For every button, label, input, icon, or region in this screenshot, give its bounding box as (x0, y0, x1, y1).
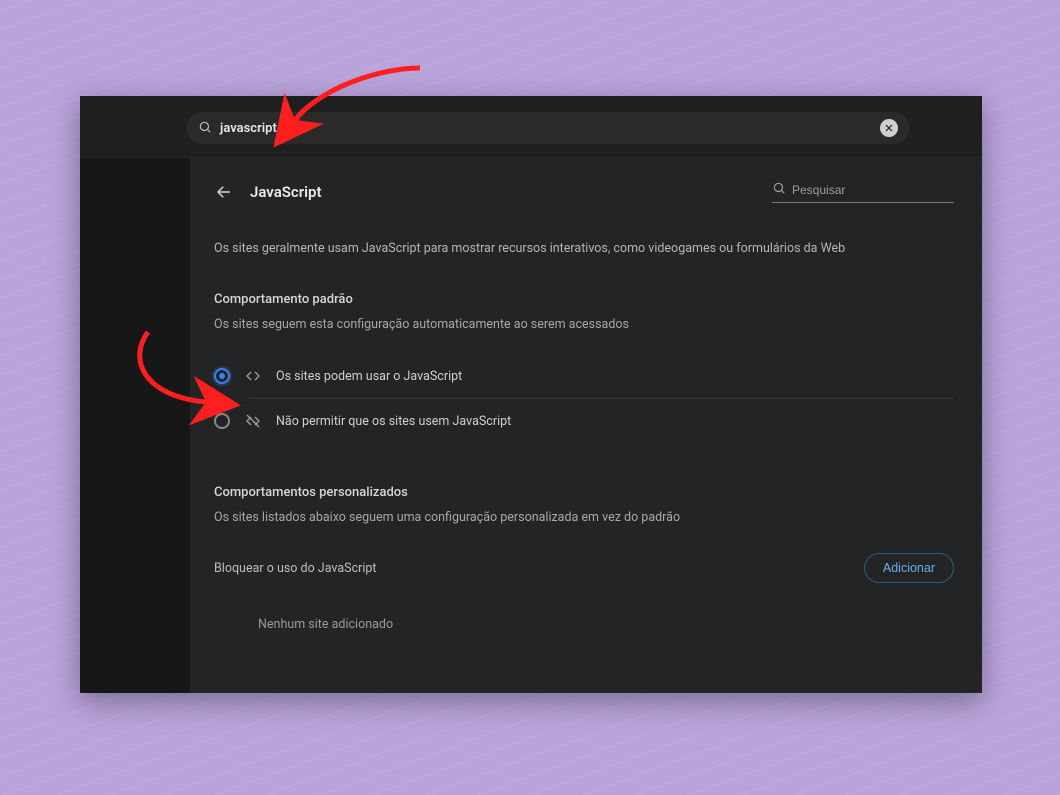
search-icon (772, 180, 786, 199)
code-icon (244, 368, 262, 384)
code-off-icon (244, 413, 262, 429)
custom-behavior-title: Comportamentos personalizados (214, 485, 954, 500)
default-behavior-options: Os sites podem usar o JavaScript Não per… (214, 354, 954, 443)
option-deny-label: Não permitir que os sites usem JavaScrip… (276, 414, 511, 429)
add-site-button[interactable]: Adicionar (864, 553, 954, 583)
settings-window: javascript JavaScript (80, 96, 982, 693)
settings-search-value: javascript (220, 121, 277, 136)
topbar: javascript (80, 96, 982, 158)
clear-search-button[interactable] (880, 119, 898, 137)
search-icon (198, 119, 212, 138)
custom-behavior-section: Comportamentos personalizados Os sites l… (214, 485, 954, 632)
settings-sidebar (80, 158, 190, 693)
page-description: Os sites geralmente usam JavaScript para… (214, 239, 934, 258)
page-header: JavaScript (214, 180, 954, 203)
default-behavior-subtitle: Os sites seguem esta configuração automa… (214, 317, 954, 332)
radio-unselected[interactable] (214, 413, 230, 429)
option-allow-label: Os sites podem usar o JavaScript (276, 369, 462, 384)
settings-content: JavaScript Os sites geralmente usam Java… (190, 158, 982, 693)
block-javascript-row: Bloquear o uso do JavaScript Adicionar (214, 553, 954, 583)
option-allow-javascript[interactable]: Os sites podem usar o JavaScript (214, 354, 954, 398)
settings-search[interactable]: javascript (186, 112, 910, 144)
radio-selected[interactable] (214, 368, 230, 384)
custom-behavior-subtitle: Os sites listados abaixo seguem uma conf… (214, 510, 954, 525)
page-title: JavaScript (250, 183, 322, 201)
page-search-input[interactable] (792, 183, 954, 197)
empty-site-list: Nenhum site adicionado (258, 617, 954, 632)
page-search[interactable] (772, 180, 954, 203)
block-javascript-label: Bloquear o uso do JavaScript (214, 561, 377, 576)
back-button[interactable] (214, 182, 234, 202)
default-behavior-title: Comportamento padrão (214, 292, 954, 307)
option-deny-javascript[interactable]: Não permitir que os sites usem JavaScrip… (214, 399, 954, 443)
